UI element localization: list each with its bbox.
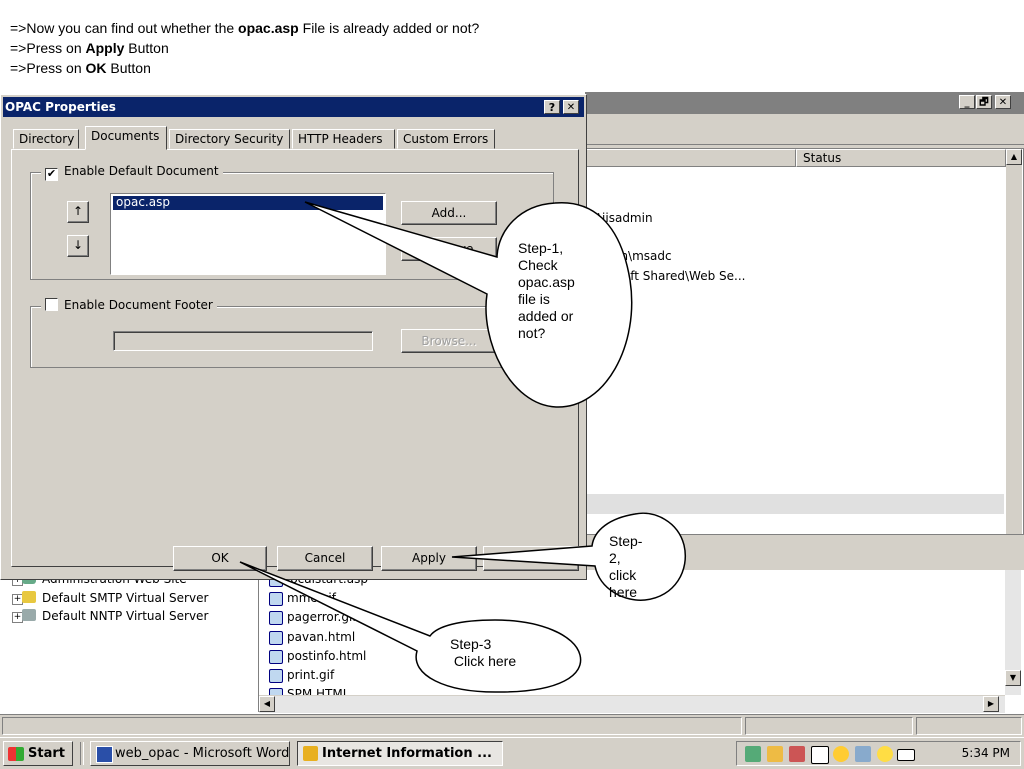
scroll-right-icon[interactable]: ▶: [983, 696, 999, 712]
status-panel-3: [916, 717, 1022, 735]
list-divider: [586, 494, 1004, 514]
iis-icon: [303, 746, 318, 761]
instruction-line-3: =>Press on OK Button: [10, 60, 151, 76]
tab-directory-security[interactable]: Directory Security: [169, 129, 290, 149]
dialog-title: OPAC Properties: [5, 100, 116, 114]
column-header-path[interactable]: [586, 149, 796, 167]
scroll-left-icon[interactable]: ◀: [259, 696, 275, 712]
network-icon[interactable]: [745, 746, 761, 762]
scroll-down-icon[interactable]: ▼: [1005, 670, 1021, 686]
file-item[interactable]: print.gif: [269, 668, 334, 683]
tree-item-smtp[interactable]: + Default SMTP Virtual Server: [12, 591, 208, 605]
smtp-icon: [22, 591, 36, 603]
tray-sun-icon[interactable]: [833, 746, 849, 762]
system-tray: 5:34 PM: [736, 741, 1021, 766]
callout-step2-text: Step- 2, click here: [609, 533, 643, 600]
close-button[interactable]: ✕: [995, 95, 1011, 109]
apply-button[interactable]: Apply: [381, 546, 477, 571]
browse-button[interactable]: Browse...: [401, 329, 497, 353]
path-item: stem\msadc: [598, 249, 672, 263]
help-button[interactable]: Help: [483, 546, 579, 571]
vertical-scrollbar[interactable]: ▲: [1006, 149, 1022, 534]
clock: 5:34 PM: [961, 746, 1010, 760]
file-item[interactable]: pagerror.gif: [269, 610, 357, 625]
move-down-button[interactable]: ↓: [67, 235, 89, 257]
tray-mail-icon[interactable]: [897, 749, 915, 761]
tab-http-headers[interactable]: HTTP Headers: [292, 129, 395, 149]
footer-path-field[interactable]: [113, 331, 373, 351]
tree-item-nntp[interactable]: + Default NNTP Virtual Server: [12, 609, 208, 623]
taskbar-item-iis[interactable]: Internet Information ...: [297, 741, 503, 766]
cancel-button[interactable]: Cancel: [277, 546, 373, 571]
taskbar: Start web_opac - Microsoft Word Internet…: [0, 737, 1024, 769]
tab-documents[interactable]: Documents: [85, 126, 167, 150]
maximize-button[interactable]: 🗗: [976, 95, 992, 109]
tab-custom-errors[interactable]: Custom Errors: [397, 129, 495, 149]
document-item-opac[interactable]: opac.asp: [113, 196, 383, 210]
checkbox-unchecked[interactable]: [45, 298, 58, 311]
tray-tools-icon[interactable]: [789, 746, 805, 762]
windows-logo-icon: [8, 747, 24, 761]
callout-step3-text: Step-3 Click here: [450, 636, 517, 669]
iis-toolbar: [585, 116, 1024, 145]
remove-button[interactable]: Remove: [401, 237, 497, 261]
opac-properties-dialog: OPAC Properties ? ✕ Directory Documents …: [0, 94, 587, 580]
document-footer-group: Enable Document Footer Browse...: [30, 298, 554, 368]
move-up-button[interactable]: ↑: [67, 201, 89, 223]
tree-pane: +Administration Web Site +Default SMTP V…: [0, 570, 259, 712]
help-icon[interactable]: ?: [544, 100, 560, 114]
start-button[interactable]: Start: [3, 741, 73, 766]
status-panel-main: [2, 717, 742, 735]
tray-media-icon[interactable]: [855, 746, 871, 762]
add-button[interactable]: Add...: [401, 201, 497, 225]
file-item[interactable]: mmc.gif: [269, 591, 336, 606]
minimize-button[interactable]: _: [959, 95, 975, 109]
checkbox-checked[interactable]: ✔: [45, 168, 58, 181]
default-documents-list[interactable]: opac.asp: [110, 193, 386, 275]
enable-default-document-checkbox[interactable]: ✔ Enable Default Document: [41, 164, 223, 181]
callout-step1-text: Step-1, Check opac.asp file is added or not?: [518, 240, 575, 341]
file-item[interactable]: pavan.html: [269, 630, 355, 645]
tray-smiley-icon[interactable]: [877, 746, 893, 762]
iis-title-bar: _ 🗗 ✕: [585, 92, 1024, 114]
documents-panel: ✔ Enable Default Document ↑ ↓ opac.asp Ad…: [11, 149, 579, 567]
file-item[interactable]: postinfo.html: [269, 649, 366, 664]
default-document-group: ✔ Enable Default Document ↑ ↓ opac.asp Ad…: [30, 164, 554, 280]
file-item[interactable]: SPM.HTML: [269, 687, 349, 695]
enable-document-footer-checkbox[interactable]: Enable Document Footer: [41, 298, 217, 312]
taskbar-item-word[interactable]: web_opac - Microsoft Word: [90, 741, 290, 766]
column-header-status[interactable]: Status: [796, 149, 1006, 167]
ok-button[interactable]: OK: [173, 546, 267, 571]
tray-calendar-icon[interactable]: [811, 746, 829, 764]
status-bar: [0, 714, 1024, 737]
dialog-title-bar: OPAC Properties ? ✕: [3, 97, 584, 117]
path-item: \iisadmin: [598, 211, 653, 225]
dialog-close-button[interactable]: ✕: [563, 100, 579, 114]
status-panel-2: [745, 717, 913, 735]
instruction-line-2: =>Press on Apply Button: [10, 40, 169, 56]
iis-list-pane: Status \iisadmin stem\msadc crosoft Shar…: [585, 148, 1024, 535]
horizontal-scrollbar[interactable]: ◀ ▶: [259, 695, 1005, 713]
scroll-up-icon[interactable]: ▲: [1006, 149, 1022, 165]
word-icon: [96, 746, 113, 763]
vertical-scrollbar-files[interactable]: ▼: [1005, 570, 1021, 695]
instruction-line-1: =>Now you can find out whether the opac.…: [10, 20, 480, 36]
tray-pencil-icon[interactable]: [767, 746, 783, 762]
tab-directory[interactable]: Directory: [13, 129, 79, 149]
path-item: crosoft Shared\Web Se...: [598, 269, 746, 283]
nntp-icon: [22, 609, 36, 621]
taskbar-separator: [80, 742, 84, 765]
